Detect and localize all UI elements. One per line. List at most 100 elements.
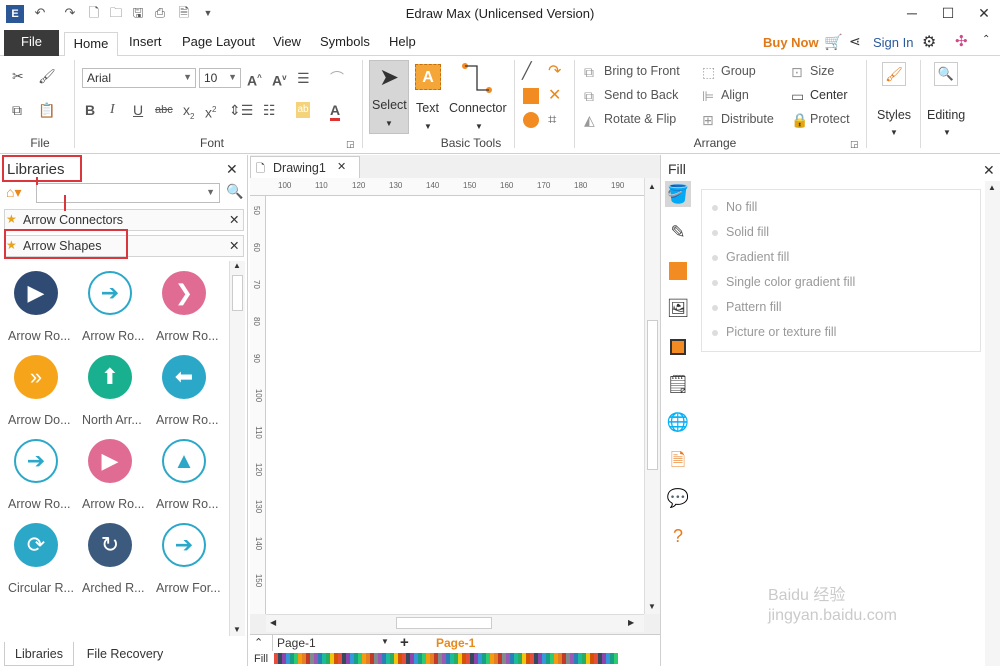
format-painter-icon[interactable]: 🖌	[38, 68, 56, 84]
tab-insert[interactable]: Insert	[129, 34, 162, 49]
share-icon[interactable]: ⋖	[849, 33, 861, 50]
notes-icon[interactable]: 🗎	[665, 447, 691, 473]
text-highlight-icon[interactable]: ab	[296, 102, 310, 118]
send-to-back-icon[interactable]: ⧉	[584, 88, 594, 104]
arrange-dialog-launcher-icon[interactable]: ◲	[850, 136, 859, 152]
library-shape[interactable]: ➔ Arrow Ro...	[76, 265, 152, 349]
theme-icon[interactable]: ✣	[955, 32, 968, 50]
ellipse-tool-icon[interactable]	[523, 112, 539, 128]
tab-help[interactable]: Help	[389, 34, 416, 49]
libraries-close-icon[interactable]: ✕	[226, 161, 238, 178]
close-button[interactable]: ✕	[974, 4, 994, 22]
center-icon[interactable]: ▭	[791, 88, 804, 104]
line-spacing-icon[interactable]: ⇕☰	[229, 102, 253, 118]
tab-file[interactable]: File	[4, 30, 59, 56]
cross-tool-icon[interactable]: ✕	[548, 88, 561, 104]
center-button[interactable]: Center	[810, 88, 848, 102]
tab-page-layout[interactable]: Page Layout	[182, 34, 255, 49]
tab-symbols[interactable]: Symbols	[320, 34, 370, 49]
library-shape[interactable]: » Arrow Do...	[2, 349, 78, 433]
library-shape[interactable]: ▲ Arrow Ro...	[150, 433, 226, 517]
distribute-button[interactable]: Distribute	[721, 112, 774, 126]
shrink-font-icon[interactable]: Av	[272, 70, 287, 89]
group-icon[interactable]: ⬚	[702, 64, 715, 80]
bring-to-front-icon[interactable]: ⧉	[584, 64, 594, 80]
align-icon[interactable]: ⊫	[702, 88, 714, 104]
tab-home[interactable]: Home	[64, 32, 118, 57]
image-icon[interactable]: 🖼	[665, 295, 691, 321]
fill-bucket-icon[interactable]: 🪣	[665, 181, 691, 207]
fill-option[interactable]: Single color gradient fill	[712, 275, 855, 289]
font-dialog-launcher-icon[interactable]: ◲	[346, 136, 355, 152]
home-library-icon[interactable]: ⌂▾	[6, 184, 21, 201]
editing-button[interactable]: 🔍 Editing ▼	[924, 60, 970, 144]
document-tab[interactable]: 🗋 Drawing1 ✕	[250, 156, 360, 178]
font-size-select[interactable]: 10 ▼	[199, 68, 241, 88]
library-section-close-icon[interactable]: ✕	[229, 212, 239, 227]
library-shape[interactable]: ▶ Arrow Ro...	[76, 433, 152, 517]
page-selector[interactable]: Page-1 ▼	[272, 635, 390, 651]
library-section-arrow-connectors[interactable]: ★ Arrow Connectors ✕	[4, 209, 244, 231]
send-to-back-button[interactable]: Send to Back	[604, 88, 678, 102]
align-text-icon[interactable]: ☰	[297, 70, 310, 86]
fill-option[interactable]: Gradient fill	[712, 250, 789, 264]
subscript-icon[interactable]: x2	[183, 102, 194, 125]
lock-icon[interactable]: 🔒	[791, 112, 808, 128]
fill-option[interactable]: No fill	[712, 200, 757, 214]
tab-libraries[interactable]: Libraries	[4, 642, 74, 666]
font-family-select[interactable]: Arial ▼	[82, 68, 196, 88]
protect-button[interactable]: Protect	[810, 112, 850, 126]
group-button[interactable]: Group	[721, 64, 756, 78]
color-swatches[interactable]	[274, 653, 618, 664]
tab-view[interactable]: View	[273, 34, 301, 49]
paste-icon[interactable]: 📋	[38, 102, 55, 118]
text-arc-icon[interactable]: ⌒	[330, 70, 344, 86]
line-style-icon[interactable]: ✎	[665, 219, 691, 245]
bold-icon[interactable]: B	[85, 102, 95, 118]
text-tool-button[interactable]: A Text ▼	[412, 60, 446, 134]
fill-panel-close-icon[interactable]: ✕	[983, 162, 995, 179]
copy-icon[interactable]: ⧉	[12, 102, 22, 118]
cart-icon[interactable]: 🛒	[824, 33, 843, 51]
rotate-flip-icon[interactable]: ◭	[584, 112, 595, 128]
minimize-button[interactable]: ─	[902, 4, 922, 22]
fill-panel-scrollbar[interactable]: ▲	[985, 181, 1000, 666]
library-section-close-icon[interactable]: ✕	[229, 238, 239, 253]
library-shape[interactable]: ⬆ North Arr...	[76, 349, 152, 433]
library-search-icon[interactable]: 🔍	[226, 183, 243, 200]
rectangle-tool-icon[interactable]	[523, 88, 539, 104]
settings-gear-icon[interactable]: ⚙	[922, 32, 936, 52]
globe-icon[interactable]: 🌐	[665, 409, 691, 435]
italic-icon[interactable]: I	[110, 102, 115, 118]
line-tool-icon[interactable]: ╱	[522, 64, 532, 80]
canvas-vertical-scrollbar[interactable]: ▲ ▼	[644, 178, 660, 614]
connector-tool-button[interactable]: Connector ▼	[447, 60, 509, 134]
tab-file-recovery[interactable]: File Recovery	[80, 642, 170, 666]
size-button[interactable]: Size	[810, 64, 834, 78]
comment-icon[interactable]: 💬	[665, 485, 691, 511]
underline-icon[interactable]: U	[133, 102, 143, 118]
arc-tool-icon[interactable]: ↷	[548, 64, 561, 80]
library-shape[interactable]: ➔ Arrow Ro...	[2, 433, 78, 517]
add-page-icon[interactable]: +	[400, 634, 409, 651]
maximize-button[interactable]: ☐	[938, 4, 958, 22]
drawing-page[interactable]	[266, 196, 644, 614]
library-shape[interactable]: ⟳ Circular R...	[2, 517, 78, 601]
strikethrough-icon[interactable]: abc	[155, 102, 173, 118]
align-button[interactable]: Align	[721, 88, 749, 102]
fill-option[interactable]: Pattern fill	[712, 300, 782, 314]
library-shape[interactable]: ↻ Arched R...	[76, 517, 152, 601]
distribute-icon[interactable]: ⊞	[702, 112, 714, 128]
fill-option[interactable]: Solid fill	[712, 225, 769, 239]
document-tab-close-icon[interactable]: ✕	[337, 160, 346, 173]
buy-now-link[interactable]: Buy Now	[763, 35, 819, 50]
styles-button[interactable]: 🖌 Styles ▼	[872, 60, 916, 144]
superscript-icon[interactable]: x2	[205, 102, 216, 121]
rotate-flip-button[interactable]: Rotate & Flip	[604, 112, 676, 126]
active-page-tab[interactable]: Page-1	[436, 636, 475, 650]
library-shape[interactable]: ▶ Arrow Ro...	[2, 265, 78, 349]
help-icon[interactable]: ?	[665, 523, 691, 549]
color-swatch[interactable]	[614, 653, 618, 664]
grow-font-icon[interactable]: A^	[247, 70, 262, 89]
ribbon-collapse-icon[interactable]: ⌃	[982, 34, 990, 45]
